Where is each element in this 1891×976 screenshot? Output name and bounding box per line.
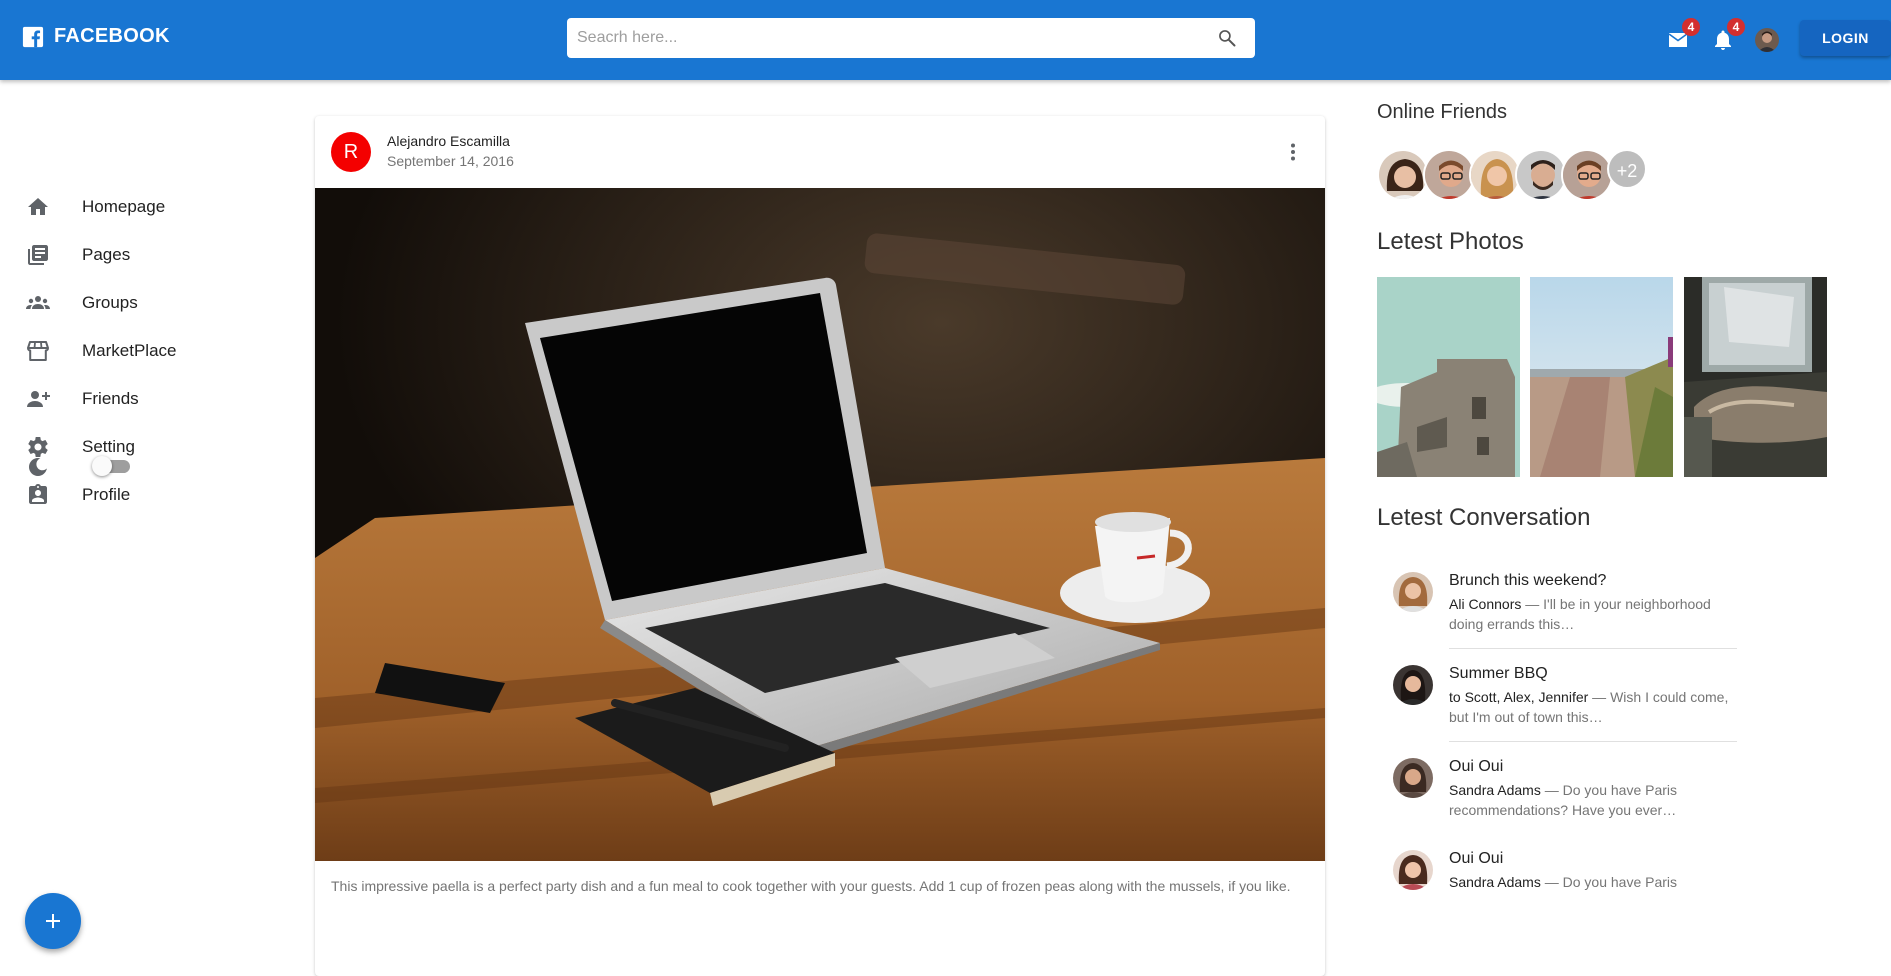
more-options-icon[interactable] bbox=[1281, 140, 1305, 164]
conversation-title: Oui Oui bbox=[1449, 850, 1504, 867]
toggle-thumb bbox=[92, 456, 112, 476]
friend-avatar[interactable] bbox=[1561, 149, 1613, 201]
post-image bbox=[315, 188, 1325, 861]
search-input[interactable] bbox=[567, 18, 1207, 58]
latest-photo[interactable] bbox=[1377, 277, 1520, 477]
home-icon bbox=[28, 198, 48, 215]
brand[interactable]: FACEBOOK bbox=[22, 25, 170, 48]
sidebar-item-profile[interactable]: Profile bbox=[26, 475, 286, 515]
conversation-avatar bbox=[1393, 758, 1433, 798]
more-friends-count[interactable]: +2 bbox=[1607, 149, 1647, 189]
post-card: R Alejandro Escamilla September 14, 2016 bbox=[315, 116, 1325, 976]
conversation-title: Summer BBQ bbox=[1449, 665, 1548, 682]
sidebar-item-homepage[interactable]: Homepage bbox=[26, 187, 286, 227]
conversation-title: Brunch this weekend? bbox=[1449, 572, 1607, 589]
post-author-avatar[interactable]: R bbox=[331, 132, 371, 172]
sidebar-item-label: Setting bbox=[82, 437, 135, 456]
friend-avatar[interactable] bbox=[1469, 149, 1521, 201]
conversation-divider bbox=[1449, 648, 1737, 649]
groups-icon bbox=[26, 296, 50, 309]
dark-mode-icon bbox=[29, 458, 47, 476]
latest-photos-title: Letest Photos bbox=[1377, 228, 1524, 255]
add-button[interactable] bbox=[25, 893, 81, 949]
sidebar-item-setting[interactable]: Setting bbox=[26, 427, 286, 467]
latest-photo[interactable] bbox=[1530, 277, 1673, 477]
mail-button[interactable]: 4 bbox=[1666, 18, 1700, 52]
post-header: R Alejandro Escamilla September 14, 2016 bbox=[315, 116, 1325, 188]
online-friends-title: Online Friends bbox=[1377, 101, 1508, 123]
latest-conversation-title: Letest Conversation bbox=[1377, 504, 1591, 531]
notification-badge: 4 bbox=[1727, 18, 1745, 36]
sidebar-item-label: Pages bbox=[82, 245, 131, 264]
conversation-divider bbox=[1449, 741, 1737, 742]
notifications-button[interactable]: 4 bbox=[1711, 18, 1745, 52]
sidebar-item-groups[interactable]: Groups bbox=[26, 283, 286, 323]
post-author[interactable]: Alejandro Escamilla bbox=[387, 133, 510, 149]
conversation-preview: to Scott, Alex, Jennifer — Wish I could … bbox=[1449, 687, 1739, 727]
pages-icon bbox=[28, 245, 48, 265]
brand-name: FACEBOOK bbox=[54, 25, 170, 47]
conversation-snippet: — Do you have Paris bbox=[1540, 874, 1678, 890]
user-avatar-image bbox=[1755, 28, 1779, 52]
friend-avatar[interactable] bbox=[1515, 149, 1567, 201]
conversation-avatar bbox=[1393, 850, 1433, 890]
conversation-sender: Sandra Adams bbox=[1449, 782, 1541, 798]
login-button[interactable]: LOGIN bbox=[1800, 20, 1891, 56]
conversation-preview: Sandra Adams — Do you have Paris bbox=[1449, 872, 1739, 892]
sidebar-item-label: Homepage bbox=[82, 197, 166, 216]
conversation-preview: Sandra Adams — Do you have Paris recomme… bbox=[1449, 780, 1739, 820]
latest-photo[interactable] bbox=[1684, 277, 1827, 477]
conversation-sender: to Scott, Alex, Jennifer bbox=[1449, 689, 1589, 705]
mail-badge: 4 bbox=[1682, 18, 1700, 36]
facebook-icon bbox=[22, 26, 44, 47]
storefront-icon bbox=[27, 341, 49, 361]
sidebar-item-label: Friends bbox=[82, 389, 139, 408]
sidebar-item-label: Profile bbox=[82, 485, 131, 504]
conversation-avatar bbox=[1393, 665, 1433, 705]
conversation-preview: Ali Connors — I'll be in your neighborho… bbox=[1449, 594, 1739, 634]
conversation-sender: Ali Connors bbox=[1449, 596, 1522, 612]
sidebar: Homepage Pages Groups MarketPlace Friend… bbox=[0, 80, 300, 959]
profile-badge-icon bbox=[29, 484, 47, 504]
sidebar-item-pages[interactable]: Pages bbox=[26, 235, 286, 275]
person-add-icon bbox=[27, 391, 50, 407]
conversation-sender: Sandra Adams bbox=[1449, 874, 1541, 890]
user-avatar[interactable] bbox=[1755, 28, 1779, 52]
conversation-avatar bbox=[1393, 572, 1433, 612]
friend-avatar[interactable] bbox=[1423, 149, 1475, 201]
conversation-title: Oui Oui bbox=[1449, 758, 1504, 775]
app-bar: FACEBOOK 4 4 LOGIN bbox=[0, 0, 1891, 80]
search-box bbox=[567, 18, 1255, 58]
friend-avatar[interactable] bbox=[1377, 149, 1429, 201]
plus-icon bbox=[46, 914, 60, 928]
sidebar-item-friends[interactable]: Friends bbox=[26, 379, 286, 419]
sidebar-item-marketplace[interactable]: MarketPlace bbox=[26, 331, 286, 371]
search-icon[interactable] bbox=[1217, 28, 1237, 48]
post-caption: This impressive paella is a perfect part… bbox=[331, 878, 1291, 894]
post-date: September 14, 2016 bbox=[387, 153, 514, 169]
sidebar-item-label: MarketPlace bbox=[82, 341, 177, 360]
sidebar-item-label: Groups bbox=[82, 293, 138, 312]
dark-mode-toggle[interactable] bbox=[92, 456, 130, 476]
